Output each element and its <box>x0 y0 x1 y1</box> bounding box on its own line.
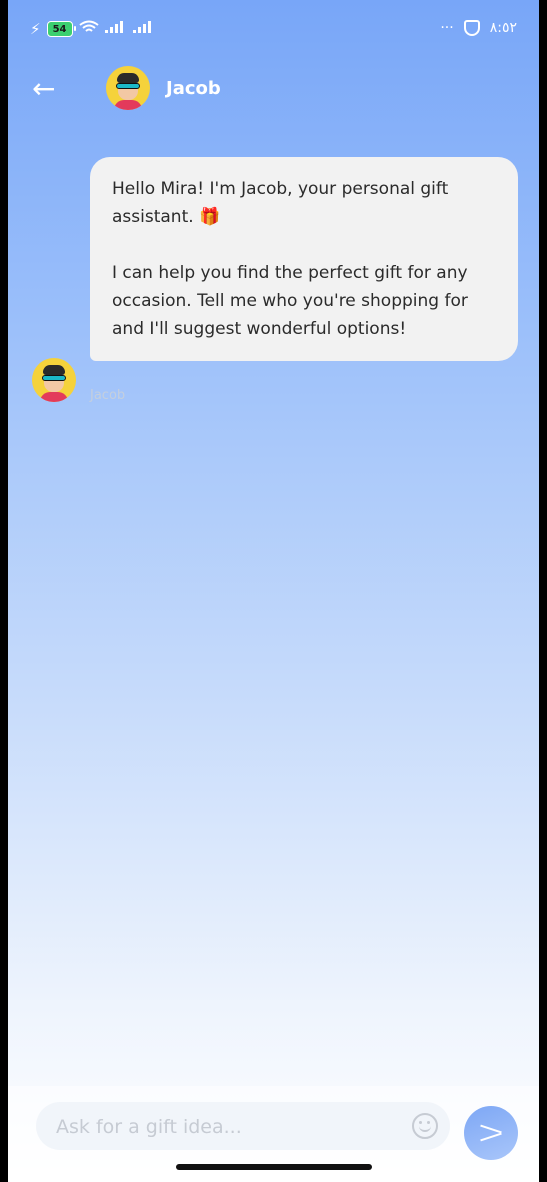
message-sender: Jacob <box>90 388 126 403</box>
chat-screen: ⚡ 54 ··· ٨:٥٢ ← Jacob Hello Mira! I'm Ja… <box>8 0 539 1182</box>
chat-title: Jacob <box>166 78 221 99</box>
vpn-icon <box>463 20 480 36</box>
status-time: ٨:٥٢ <box>489 20 517 36</box>
signal-icon <box>104 21 127 37</box>
battery-icon: 54 <box>46 21 76 37</box>
back-button[interactable]: ← <box>32 74 64 106</box>
chat-header: ← Jacob <box>8 60 539 120</box>
battery-level: 54 <box>52 23 67 35</box>
avatar-jacob-icon <box>106 66 150 110</box>
more-dots-icon: ··· <box>440 20 454 36</box>
signal-icon-2 <box>132 21 155 37</box>
home-indicator[interactable] <box>176 1164 372 1170</box>
status-right: ··· ٨:٥٢ <box>440 20 517 36</box>
message-input-wrapper <box>36 1102 450 1150</box>
emoji-icon[interactable] <box>412 1113 438 1139</box>
back-arrow-icon: ← <box>32 72 56 105</box>
message-paragraph-2: I can help you find the perfect gift for… <box>112 263 468 339</box>
message-input[interactable] <box>54 1108 398 1146</box>
message-paragraph-1: Hello Mira! I'm Jacob, your personal gif… <box>112 179 449 227</box>
message-avatar <box>32 358 76 402</box>
avatar-jacob-icon <box>32 358 76 402</box>
charging-icon: ⚡ <box>30 20 41 38</box>
send-icon <box>480 1124 502 1142</box>
message-bubble: Hello Mira! I'm Jacob, your personal gif… <box>90 157 518 361</box>
status-left: ⚡ 54 <box>30 20 155 38</box>
wifi-icon <box>78 20 99 38</box>
header-avatar[interactable] <box>106 66 150 110</box>
status-bar: ⚡ 54 ··· ٨:٥٢ <box>8 0 539 60</box>
send-button[interactable] <box>464 1106 518 1160</box>
